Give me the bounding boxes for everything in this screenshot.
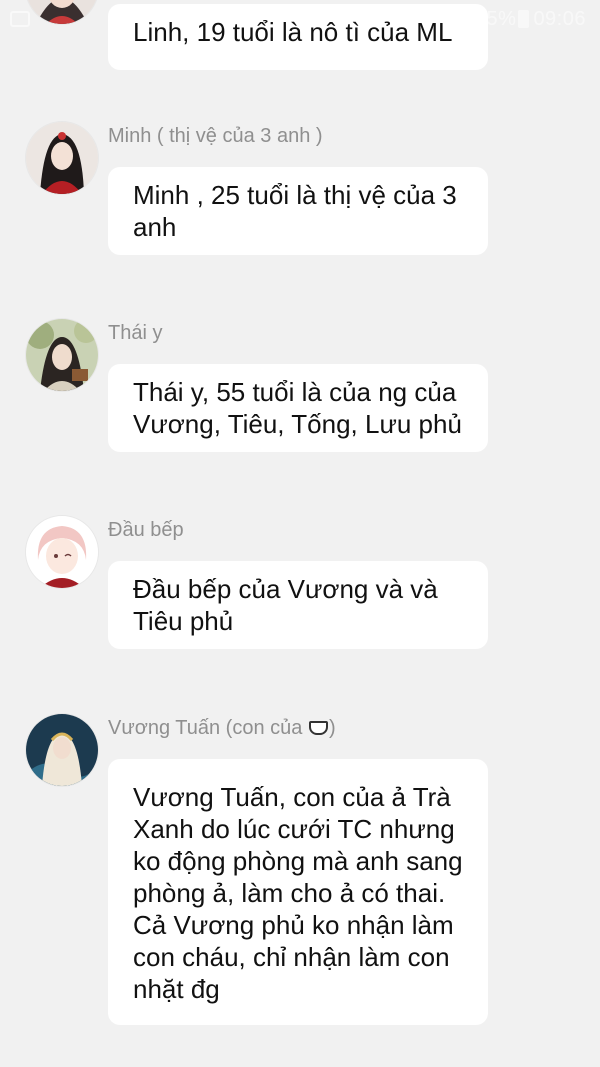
message-bubble[interactable]: Đầu bếp của Vương và và Tiêu phủ [108, 561, 488, 649]
sender-name: Minh ( thị vệ của 3 anh ) [108, 125, 323, 147]
avatar[interactable] [26, 714, 98, 786]
message-text: Thái y, 55 tuổi là của ng của Vương, Tiê… [133, 377, 462, 439]
message-bubble[interactable]: Vương Tuấn, con của ả Trà Xanh do lúc cư… [108, 759, 488, 1025]
message-icon [10, 11, 30, 27]
sender-name: Vương Tuấn (con của ) [108, 717, 336, 740]
message-bubble[interactable]: Linh, 19 tuổi là nô tì của ML [108, 4, 488, 70]
message-text: Minh , 25 tuổi là thị vệ của 3 anh [133, 180, 457, 242]
notification-icons [10, 10, 36, 33]
message-text: Linh, 19 tuổi là nô tì của ML [133, 17, 453, 47]
sender-name: Thái y [108, 322, 163, 344]
sender-name: Đầu bếp [108, 519, 184, 541]
avatar[interactable] [26, 516, 98, 588]
message-text: Vương Tuấn, con của ả Trà Xanh do lúc cư… [133, 782, 463, 1004]
clock: 09:06 [533, 8, 586, 30]
sender-name-suffix: ) [328, 717, 336, 739]
message-bubble[interactable]: Minh , 25 tuổi là thị vệ của 3 anh [108, 167, 488, 255]
tea-cup-icon [308, 721, 328, 735]
avatar[interactable] [26, 319, 98, 391]
sender-name-prefix: Vương Tuấn (con của [108, 717, 308, 739]
battery-percent: 5% [486, 8, 517, 30]
avatar[interactable] [26, 122, 98, 194]
message-bubble[interactable]: Thái y, 55 tuổi là của ng của Vương, Tiê… [108, 364, 488, 452]
message-text: Đầu bếp của Vương và và Tiêu phủ [133, 574, 438, 636]
status-right: 5% 09:06 [487, 8, 586, 31]
battery-icon [518, 10, 530, 28]
